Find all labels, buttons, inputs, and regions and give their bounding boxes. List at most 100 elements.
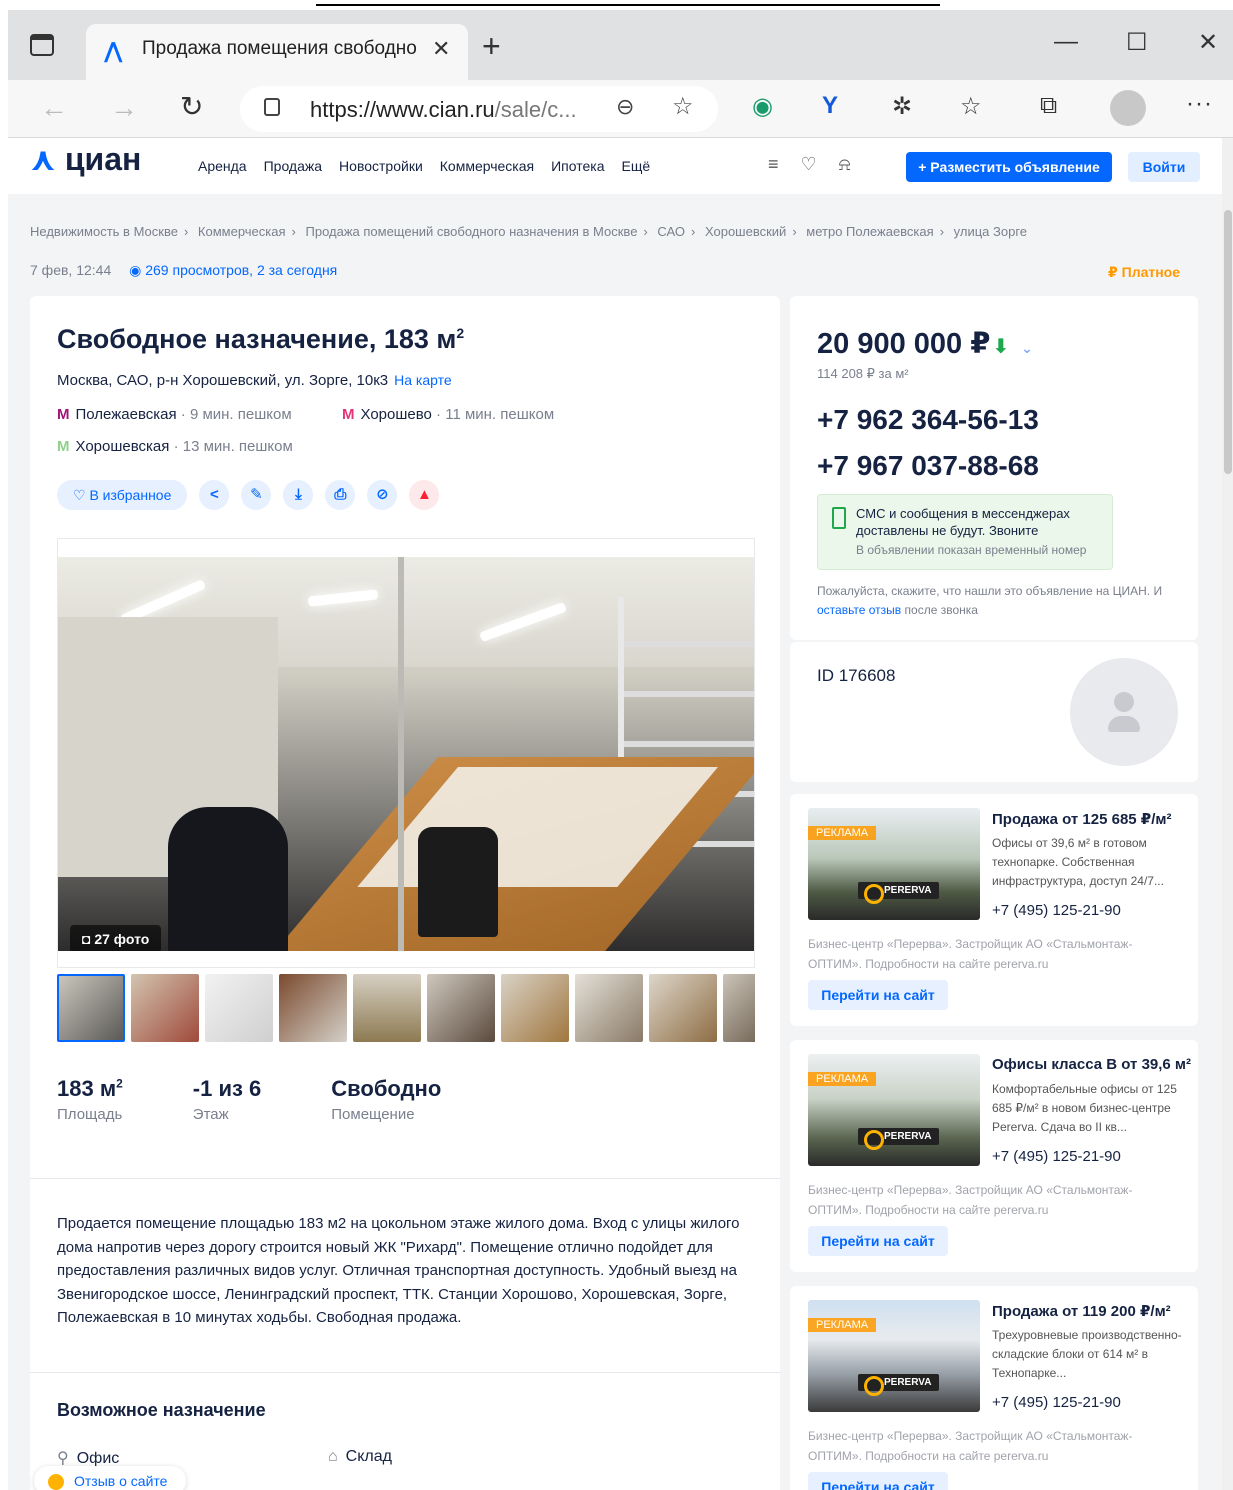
listing-id: ID 176608 [817,666,896,685]
edit-note-icon[interactable]: ✎ [241,480,272,510]
menu-item-mortgage[interactable]: Ипотека [551,158,604,174]
purpose-office: ⚲ Офис [57,1450,120,1467]
zoom-icon[interactable]: ⊖ [616,94,634,120]
yandex-extension-icon[interactable]: Y [822,92,838,120]
more-menu-icon[interactable]: ··· [1186,90,1213,118]
ad-go-button[interactable]: Перейти на сайт [808,1226,948,1256]
crumb-4[interactable]: САО [657,224,685,239]
forward-icon[interactable]: → [110,92,138,124]
edge-extension-icon[interactable]: ◉ [752,92,773,121]
ad-phone[interactable]: +7 (495) 125-21-90 [992,1148,1121,1165]
thumbnail[interactable] [131,974,199,1042]
metro-station-3[interactable]: M Хорошевская · 13 мин. пешком [57,438,293,455]
thumbnail[interactable] [353,974,421,1042]
notice-sub-text: В объявлении показан временный номер [856,543,1087,557]
print-icon[interactable]: ⎙ [325,480,356,510]
photo-coat [168,807,288,951]
crumb-3[interactable]: Продажа помещений свободного назначения … [306,224,638,239]
thumbnail[interactable] [205,974,273,1042]
page-title: Свободное назначение, 183 м2 [57,324,465,354]
thumbnail[interactable] [501,974,569,1042]
favorites-icon[interactable]: ☆ [960,92,982,121]
ad-subtitle: Трехуровневые производственно-складские … [992,1328,1182,1380]
phone-2[interactable]: +7 967 037-88-68 [817,450,1039,482]
thumbnail[interactable] [57,974,125,1042]
tab-actions-icon[interactable] [30,34,54,56]
menu-item-more[interactable]: Ещё [622,158,651,174]
thumbnail[interactable] [723,974,755,1042]
share-icon[interactable]: < [199,480,230,510]
scrollbar-thumb[interactable] [1224,210,1232,474]
ad-image[interactable]: РЕКЛАМА PERERVA [808,808,980,920]
logo-text: циан [64,141,142,177]
active-tab[interactable]: ⋀ Продажа помещения свободно ✕ [86,24,468,80]
main-photo[interactable]: ◘ 27 фото [58,557,754,951]
price-per-m2: 114 208 ₽ за м² [817,366,909,381]
ad-go-button[interactable]: Перейти на сайт [808,1472,948,1490]
thumbnail[interactable] [279,974,347,1042]
ad-image[interactable]: РЕКЛАМА PERERVA [808,1054,980,1166]
crumb-6[interactable]: метро Полежаевская [806,224,933,239]
map-link[interactable]: На карте [394,372,452,388]
address-bar: ← → ↻ https://www.cian.ru/sale/c... ⊖ ☆ … [8,80,1233,138]
lock-icon[interactable] [264,98,280,116]
compare-icon[interactable]: ≡ [768,154,779,175]
metro-station-2[interactable]: M Хорошево · 11 мин. пешком [342,406,554,423]
report-icon[interactable]: ▲ [409,480,440,510]
add-to-favorites-button[interactable]: ♡ В избранное [57,480,188,510]
page-scrollbar[interactable] [1222,138,1233,1490]
ad-title[interactable]: Продажа от 125 685 ₽/м² [992,810,1172,828]
sms-notice: СМС и сообщения в мессенджерах доставлен… [817,494,1113,570]
metro-station-1[interactable]: M Полежаевская · 9 мин. пешком [57,406,292,423]
tab-close-icon[interactable]: ✕ [432,36,450,62]
minimize-icon[interactable]: — [1054,28,1078,56]
place-ad-button[interactable]: + Разместить объявление [906,152,1112,182]
bell-icon[interactable]: ⍾ [839,154,851,175]
site-feedback-button[interactable]: Отзыв о сайте [34,1466,186,1490]
ad-tag: РЕКЛАМА [808,1072,877,1086]
back-icon[interactable]: ← [40,92,68,124]
menu-item-sale[interactable]: Продажа [264,158,322,174]
crumb-5[interactable]: Хорошевский [705,224,786,239]
profile-avatar[interactable] [1110,90,1146,126]
hide-icon[interactable]: ⊘ [367,480,398,510]
description: Продается помещение площадью 183 м2 на ц… [57,1215,740,1326]
heart-icon[interactable]: ♡ [801,154,817,175]
thumbnail[interactable] [427,974,495,1042]
close-window-icon[interactable]: ✕ [1198,28,1218,57]
cian-favicon-icon: ⋀ [104,38,123,63]
breadcrumb: Недвижимость в Москве › Коммерческая › Про… [30,224,1028,239]
crumb-2[interactable]: Коммерческая [198,224,286,239]
crumb-7[interactable]: улица Зорге [954,224,1027,239]
new-tab-button[interactable]: + [482,28,501,65]
menu-item-rent[interactable]: Аренда [198,158,247,174]
ad-title[interactable]: Офисы класса B от 39,6 м² [992,1056,1191,1073]
login-button[interactable]: Войти [1128,152,1200,182]
download-icon[interactable]: ⤓ [283,480,314,510]
collections-icon[interactable]: ⧉ [1040,92,1057,120]
views-count[interactable]: ◉ 269 просмотров, 2 за сегодня [129,262,337,278]
leave-review-link[interactable]: оставьте отзыв [817,603,901,617]
ad-phone[interactable]: +7 (495) 125-21-90 [992,902,1121,919]
thumbnail[interactable] [649,974,717,1042]
crumb-1[interactable]: Недвижимость в Москве [30,224,178,239]
ad-go-button[interactable]: Перейти на сайт [808,980,948,1010]
extensions-icon[interactable]: ✲ [892,92,912,121]
thumbnail[interactable] [575,974,643,1042]
phone-1[interactable]: +7 962 364-56-13 [817,404,1039,436]
reload-icon[interactable]: ↻ [180,90,203,123]
ad-phone[interactable]: +7 (495) 125-21-90 [992,1394,1121,1411]
price-history-icon[interactable]: ⌄ [1021,340,1033,356]
cian-logo[interactable]: ⋏ циан [30,140,141,178]
photo-chair [418,827,498,937]
photo-count-badge[interactable]: ◘ 27 фото [70,925,162,951]
ad-image[interactable]: РЕКЛАМА PERERVA [808,1300,980,1412]
menu-item-commercial[interactable]: Коммерческая [440,158,534,174]
top-strip [0,0,1233,10]
url-field[interactable]: https://www.cian.ru/sale/c... ⊖ ☆ [240,86,718,132]
add-favorite-icon[interactable]: ☆ [672,92,694,121]
header-icons: ≡ ♡ ⍾ [768,154,851,175]
menu-item-new[interactable]: Новостройки [339,158,423,174]
maximize-icon[interactable]: ☐ [1126,28,1148,57]
ad-title[interactable]: Продажа от 119 200 ₽/м² [992,1302,1171,1320]
